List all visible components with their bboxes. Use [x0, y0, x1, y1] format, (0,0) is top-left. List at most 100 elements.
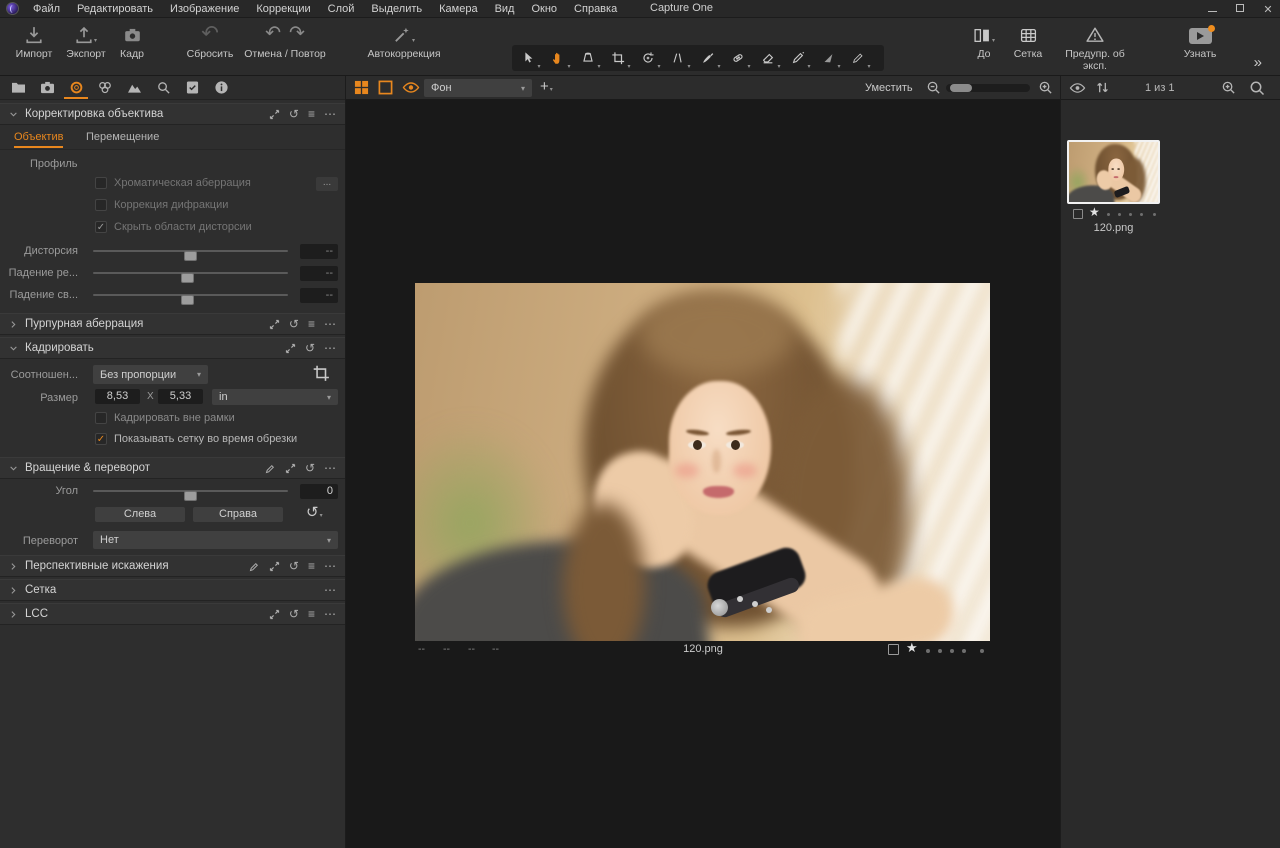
slider-thumb[interactable]	[181, 273, 194, 283]
slider-thumb[interactable]	[181, 295, 194, 305]
tab-lens[interactable]: Объектив	[14, 131, 64, 148]
rotate-left-button[interactable]: Слева	[95, 507, 185, 522]
chevron-down-icon[interactable]	[9, 464, 18, 473]
cursor-tool-loupe[interactable]: ▾	[576, 46, 606, 70]
star-rating-5[interactable]	[962, 649, 966, 653]
minimize-button[interactable]	[1206, 3, 1218, 15]
close-button[interactable]: ✕	[1262, 3, 1274, 16]
rotate-right-button[interactable]: Справа	[193, 507, 283, 522]
menu-camera[interactable]: Камера	[439, 3, 477, 15]
tab-details-icon[interactable]	[155, 78, 171, 98]
export-button[interactable]: ▾ Экспорт	[62, 18, 110, 60]
checkbox-row-show-grid[interactable]: ✓ Показывать сетку во время обрезки	[0, 433, 345, 447]
panel-purple-aberration-header[interactable]: Пурпурная аберрация ↺ ≡ ⋯	[0, 313, 345, 335]
panel-grid-header[interactable]: Сетка ⋯	[0, 579, 345, 601]
cursor-tool-brush[interactable]: ▾	[696, 46, 726, 70]
checkbox[interactable]	[95, 412, 107, 424]
flip-dropdown[interactable]: Нет ▾	[93, 531, 338, 549]
cursor-tool-pan[interactable]: ▾	[546, 46, 576, 70]
more-options-icon[interactable]: ⋯	[324, 608, 336, 620]
proof-view-icon[interactable]	[402, 80, 420, 95]
cursor-tool-pen[interactable]: ▾	[786, 46, 816, 70]
menu-window[interactable]: Окно	[531, 3, 557, 15]
menu-layer[interactable]: Слой	[328, 3, 355, 15]
chevron-down-icon[interactable]	[9, 110, 18, 119]
panel-lens-correction-header[interactable]: Корректировка объектива ↺ ≡ ⋯	[0, 103, 345, 125]
expand-icon[interactable]	[269, 561, 280, 572]
undo-redo-group[interactable]: ↶ ↷ Отмена / Повтор	[242, 18, 328, 61]
tab-movement[interactable]: Перемещение	[86, 131, 159, 143]
reset-panel-icon[interactable]: ↺	[289, 318, 299, 330]
slider-value[interactable]: --	[300, 288, 338, 303]
add-view-icon[interactable]: +▾	[540, 78, 553, 95]
panel-lcc-header[interactable]: LCC ↺ ≡ ⋯	[0, 603, 345, 625]
before-after-button[interactable]: ▾ До	[964, 18, 1004, 60]
slider-track[interactable]	[93, 250, 288, 261]
cursor-tool-heal[interactable]: ▾	[726, 46, 756, 70]
undo-icon[interactable]: ↶	[265, 24, 281, 44]
cursor-tool-straighten[interactable]: ▾	[666, 46, 696, 70]
crop-width-input[interactable]: 8,53	[95, 389, 140, 404]
tab-color-icon[interactable]	[97, 78, 113, 98]
sort-icon[interactable]	[1095, 80, 1110, 95]
zoom-in-icon[interactable]	[1038, 80, 1053, 95]
chevron-right-icon[interactable]	[9, 562, 18, 571]
slider-track[interactable]	[93, 272, 288, 283]
toolbar-overflow-chevron[interactable]: »	[1254, 54, 1262, 71]
reset-panel-icon[interactable]: ↺	[289, 560, 299, 572]
zoom-out-icon[interactable]	[926, 80, 941, 95]
cursor-tool-pick[interactable]: ▾	[816, 46, 846, 70]
presets-menu-icon[interactable]: ≡	[308, 560, 315, 572]
browser-zoom-icon[interactable]	[1221, 80, 1236, 95]
reset-panel-icon[interactable]: ↺	[289, 108, 299, 120]
angle-value[interactable]: 0	[300, 484, 338, 499]
grid-button[interactable]: Сетка	[1008, 18, 1048, 60]
reset-panel-icon[interactable]: ↺	[305, 462, 315, 474]
thumb-star-rating-5[interactable]	[1140, 213, 1143, 216]
checkbox-row-hide-distortion[interactable]: ✓ Скрыть области дисторсии	[0, 221, 345, 235]
menu-adjustments[interactable]: Коррекции	[256, 3, 310, 15]
slider-track[interactable]	[93, 294, 288, 305]
select-checkbox[interactable]	[888, 644, 899, 655]
checkbox[interactable]	[95, 199, 107, 211]
multi-view-icon[interactable]	[354, 80, 369, 95]
edit-pen-icon[interactable]	[265, 463, 276, 474]
star-rating-3[interactable]	[938, 649, 942, 653]
panel-perspective-header[interactable]: Перспективные искажения ↺ ≡ ⋯	[0, 555, 345, 577]
single-view-icon[interactable]	[378, 80, 393, 95]
star-rating-1[interactable]: ★	[906, 640, 918, 656]
learn-button[interactable]: Узнать	[1172, 18, 1228, 60]
thumb-color-tag-dot[interactable]	[1153, 213, 1156, 216]
slider-thumb[interactable]	[184, 251, 197, 261]
more-options-icon[interactable]: ⋯	[324, 560, 336, 572]
background-dropdown[interactable]: Фон ▾	[424, 79, 532, 97]
thumb-star-rating-4[interactable]	[1129, 213, 1132, 216]
reset-panel-icon[interactable]: ↺	[289, 608, 299, 620]
fit-button[interactable]: Уместить	[865, 82, 913, 94]
thumb-star-rating-3[interactable]	[1118, 213, 1121, 216]
crop-tool-icon[interactable]	[312, 364, 330, 382]
edit-pen-icon[interactable]	[249, 561, 260, 572]
ratio-dropdown[interactable]: Без пропорции ▾	[93, 365, 208, 384]
more-options-icon[interactable]: ⋯	[324, 584, 336, 596]
cursor-tool-crop[interactable]: ▾	[606, 46, 636, 70]
panel-crop-header[interactable]: Кадрировать ↺ ⋯	[0, 337, 345, 359]
tab-capture-icon[interactable]	[39, 78, 55, 98]
expand-icon[interactable]	[285, 343, 296, 354]
more-options-icon[interactable]: ⋯	[324, 462, 336, 474]
redo-icon[interactable]: ↷	[289, 24, 305, 44]
expand-icon[interactable]	[269, 109, 280, 120]
photo[interactable]	[415, 283, 990, 641]
cursor-tool-annotate[interactable]: ▾	[846, 46, 876, 70]
reset-adjustments-button[interactable]: ↶ Сбросить	[182, 18, 238, 60]
menu-image[interactable]: Изображение	[170, 3, 239, 15]
slider-track[interactable]	[93, 490, 288, 501]
thumb-select-checkbox[interactable]	[1073, 209, 1083, 219]
star-rating-4[interactable]	[950, 649, 954, 653]
crop-height-input[interactable]: 5,33	[158, 389, 203, 404]
presets-menu-icon[interactable]: ≡	[308, 608, 315, 620]
checkbox-checked[interactable]: ✓	[95, 433, 107, 445]
checkbox-checked[interactable]: ✓	[95, 221, 107, 233]
autocorrect-button[interactable]: ▾ Автокоррекция	[362, 18, 446, 60]
slider-value[interactable]: --	[300, 266, 338, 281]
